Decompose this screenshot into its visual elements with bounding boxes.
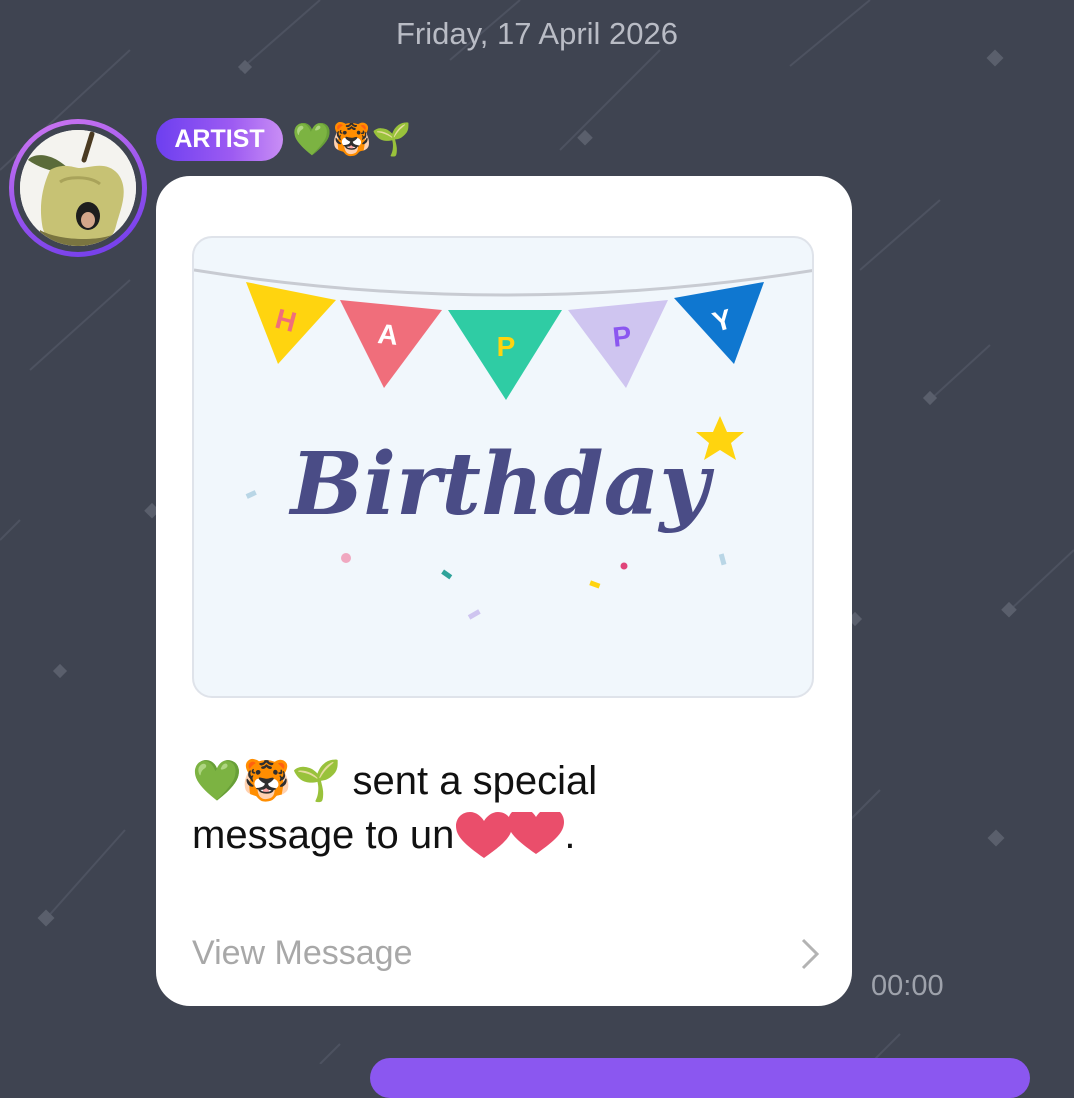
bunting-letter-2: A bbox=[376, 318, 399, 351]
apple-portrait-image bbox=[20, 130, 136, 246]
happy-birthday-illustration: H A P P Y Birthday bbox=[194, 268, 812, 620]
artist-badge: ARTIST bbox=[156, 118, 283, 161]
view-message-label: View Message bbox=[192, 934, 413, 972]
bunting-letter-3: P bbox=[497, 331, 516, 362]
avatar-photo bbox=[20, 130, 136, 246]
view-message-button[interactable]: View Message bbox=[192, 930, 822, 976]
sender-name[interactable]: 💚🐯🌱 bbox=[292, 118, 412, 161]
avatar[interactable] bbox=[9, 119, 147, 257]
chevron-right-icon bbox=[801, 938, 820, 970]
bunting-letter-4: P bbox=[611, 320, 633, 353]
message-card[interactable]: H A P P Y Birthday 💚🐯🌱 sent a special me… bbox=[156, 176, 852, 1006]
redaction-hearts bbox=[454, 808, 565, 858]
date-header: Friday, 17 April 2026 bbox=[395, 16, 679, 51]
message-text: 💚🐯🌱 sent a special message to un . bbox=[192, 754, 752, 862]
birthday-title: Birthday bbox=[288, 434, 715, 535]
birthday-card-image[interactable]: H A P P Y Birthday bbox=[192, 236, 814, 698]
message-timestamp: 00:00 bbox=[871, 970, 944, 1002]
next-message-bubble[interactable] bbox=[370, 1058, 1030, 1098]
message-body-end: . bbox=[564, 813, 576, 857]
